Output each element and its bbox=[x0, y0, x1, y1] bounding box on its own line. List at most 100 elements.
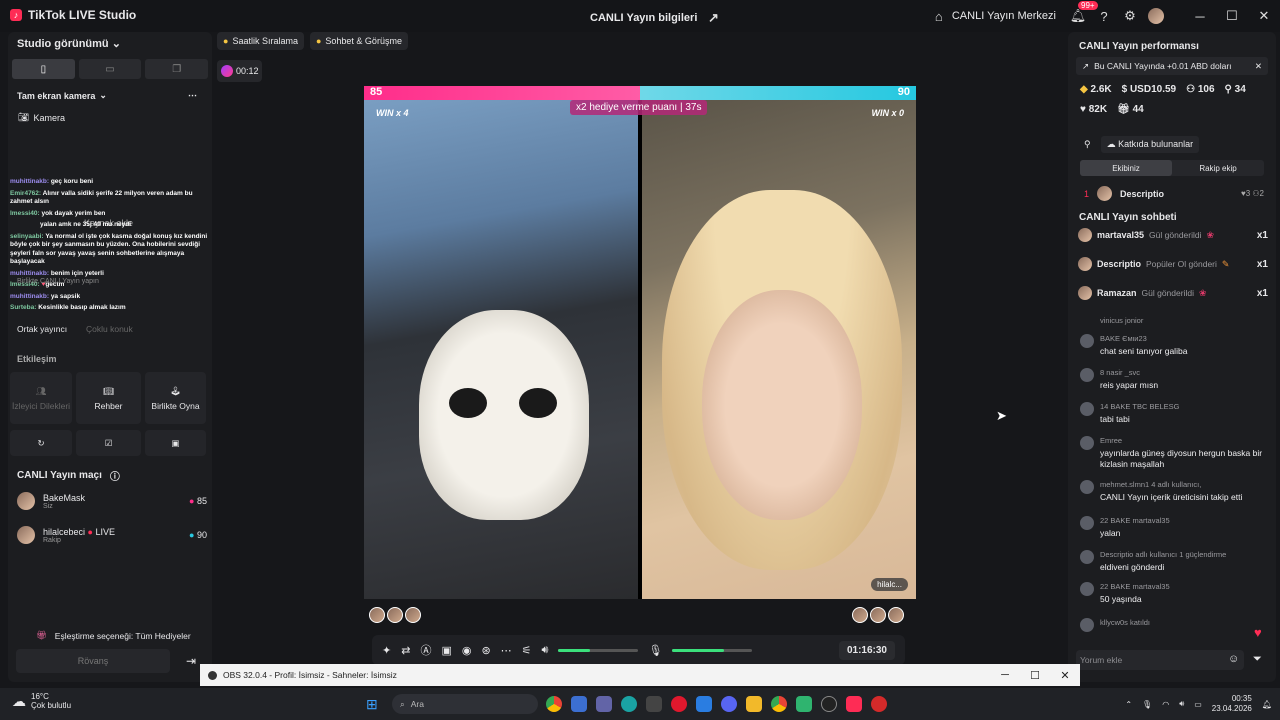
magic-wand-icon[interactable]: ✦ bbox=[382, 644, 391, 657]
screen-icon[interactable]: ▣ bbox=[441, 644, 451, 657]
refresh-tile[interactable]: ↻ bbox=[10, 430, 72, 456]
rematch-button[interactable]: Rövanş bbox=[16, 649, 170, 673]
gift-user[interactable]: Descriptio bbox=[1097, 259, 1141, 269]
message-user[interactable]: vinicus jonior bbox=[1100, 316, 1143, 325]
notification-icon[interactable]: 🔔︎ bbox=[1262, 700, 1272, 709]
avatar[interactable] bbox=[888, 607, 904, 623]
translate-icon[interactable]: ⇄ bbox=[401, 644, 410, 657]
help-icon[interactable]: ⓘ bbox=[110, 468, 120, 483]
gift-user[interactable]: martaval35 bbox=[1097, 230, 1144, 240]
volume-slider[interactable] bbox=[558, 648, 639, 652]
obs-taskbar-window[interactable]: OBS 32.0.4 - Profil: İsimsiz - Sahneler:… bbox=[200, 664, 1080, 686]
box-tile[interactable]: ▣ bbox=[145, 430, 206, 456]
microphone-icon[interactable]: 🎙︎ bbox=[1142, 700, 1152, 709]
windows-start-icon[interactable]: ⊞ bbox=[366, 696, 378, 713]
mail-icon[interactable] bbox=[696, 696, 712, 712]
speaker-icon[interactable]: 🔊︎ bbox=[542, 644, 549, 657]
avatar[interactable] bbox=[369, 607, 385, 623]
landscape-layout-button[interactable]: ▭ bbox=[78, 59, 142, 79]
chrome-icon[interactable] bbox=[546, 696, 562, 712]
multi-guest-button[interactable]: Çoklu konuk bbox=[86, 324, 133, 334]
help-icon[interactable]: ? bbox=[1096, 8, 1112, 24]
more-icon[interactable]: ⋯ bbox=[501, 644, 512, 657]
avatar[interactable] bbox=[387, 607, 403, 623]
cohost-button[interactable]: Ortak yayıncı bbox=[17, 324, 67, 334]
close-icon[interactable]: ✕ bbox=[1050, 669, 1080, 682]
pairing-option[interactable]: 🎁︎ Eşleştirme seçeneği: Tüm Hediyeler bbox=[36, 630, 191, 641]
maximize-icon[interactable]: ☐ bbox=[1020, 669, 1050, 682]
share-icon[interactable]: ↗ bbox=[705, 10, 721, 26]
profile-avatar[interactable] bbox=[1148, 8, 1164, 24]
wifi-icon[interactable]: ◠ bbox=[1162, 700, 1169, 709]
notifications-button[interactable]: 🔔︎ 99+ bbox=[1070, 1, 1098, 25]
message-user[interactable]: kllycw0s katıldı bbox=[1100, 618, 1150, 627]
message-user[interactable]: 14 BAKE TBC BELESG bbox=[1100, 402, 1179, 411]
live-center-button[interactable]: ⌂ CANLI Yayın Merkezi bbox=[931, 8, 1056, 24]
teams-icon[interactable] bbox=[596, 696, 612, 712]
multi-layout-button[interactable]: ❐ bbox=[145, 59, 209, 79]
play-together-tile[interactable]: 🕹︎ Birlikte Oyna bbox=[145, 372, 206, 424]
message-user[interactable]: Descriptio adlı kullanıcı 1 güçlendirme bbox=[1100, 550, 1226, 559]
store-icon[interactable] bbox=[571, 696, 587, 712]
filter-icon[interactable]: ⏷ bbox=[1253, 653, 1262, 666]
minimize-icon[interactable]: ─ bbox=[1184, 9, 1216, 24]
taskbar-search[interactable]: ⌕ Ara bbox=[392, 694, 538, 714]
message-user[interactable]: 22 BAKE martaval35 bbox=[1100, 582, 1170, 591]
record-icon[interactable]: ◉ bbox=[462, 644, 472, 657]
live-info-title[interactable]: CANLI Yayın bilgileri bbox=[590, 12, 697, 24]
sliders-icon[interactable]: ⚟ bbox=[522, 644, 532, 657]
overlay-user: Emir4762: bbox=[10, 189, 42, 197]
avatar[interactable] bbox=[870, 607, 886, 623]
clock[interactable]: 00:35 23.04.2026 bbox=[1212, 694, 1252, 714]
message-user[interactable]: mehmet.slmn1 4 adlı kullanıcı, bbox=[1100, 480, 1201, 489]
comment-input[interactable]: Yorum ekle bbox=[1076, 650, 1244, 670]
chevron-up-icon[interactable]: ⌃ bbox=[1125, 700, 1132, 709]
close-icon[interactable]: ✕ bbox=[1248, 8, 1280, 24]
elapsed-chip[interactable]: 00:12 bbox=[217, 60, 262, 82]
gift-user[interactable]: Ramazan bbox=[1097, 288, 1137, 298]
scene-dropdown[interactable]: Tam ekran kamera ⌄ bbox=[17, 90, 107, 101]
minimize-icon[interactable]: ─ bbox=[990, 669, 1020, 682]
contributors-button[interactable]: ☁ Katkıda bulunanlar bbox=[1100, 136, 1200, 153]
target-icon[interactable]: ⊛ bbox=[481, 644, 490, 657]
mic-slider[interactable] bbox=[672, 648, 753, 652]
media-player-icon[interactable] bbox=[871, 696, 887, 712]
opponent-name-chip[interactable]: hilalc... bbox=[871, 578, 908, 591]
avatar[interactable] bbox=[852, 607, 868, 623]
hourly-ranking-chip[interactable]: ● Saatlik Sıralama bbox=[217, 32, 304, 50]
game-icon[interactable] bbox=[796, 696, 812, 712]
message-user[interactable]: Emree bbox=[1100, 436, 1122, 445]
chat-meet-chip[interactable]: ● Sohbet & Görüşme bbox=[309, 32, 408, 50]
more-options-icon[interactable]: ⋯ bbox=[188, 90, 197, 101]
person-add-icon[interactable]: ⚲ bbox=[1084, 139, 1091, 150]
ai-icon[interactable]: Ⓐ bbox=[420, 642, 431, 658]
studio-view-dropdown[interactable]: Studio görünümü ⌄ bbox=[17, 37, 121, 50]
chrome-icon[interactable] bbox=[771, 696, 787, 712]
message-user[interactable]: 22 BAKE martaval35 bbox=[1100, 516, 1170, 525]
emoji-icon[interactable]: ☺ bbox=[1228, 653, 1239, 665]
gear-icon[interactable]: ⚙ bbox=[1122, 8, 1138, 24]
camera-source[interactable]: 📷︎ Kamera bbox=[18, 112, 65, 123]
maximize-icon[interactable]: ☐ bbox=[1216, 8, 1248, 24]
microphone-icon[interactable]: 🎙︎ bbox=[648, 644, 662, 657]
weather-widget[interactable]: ☁ 16°C Çok bulutlu bbox=[12, 692, 71, 710]
close-icon[interactable]: ✕ bbox=[1255, 61, 1262, 72]
checklist-tile[interactable]: ☑ bbox=[76, 430, 141, 456]
portrait-layout-button[interactable]: ▯ bbox=[12, 59, 75, 79]
obs-taskbar-icon[interactable] bbox=[821, 696, 837, 712]
avatar[interactable] bbox=[405, 607, 421, 623]
tab-your-team[interactable]: Ekibiniz bbox=[1080, 160, 1172, 176]
tab-rival-team[interactable]: Rakip ekip bbox=[1172, 160, 1264, 176]
opera-icon[interactable] bbox=[671, 696, 687, 712]
message-user[interactable]: BAKE Ємιи23 bbox=[1100, 334, 1147, 343]
message-user[interactable]: 8 nasir _svc bbox=[1100, 368, 1140, 377]
app-icon[interactable] bbox=[646, 696, 662, 712]
viewer-wishes-tile[interactable]: 👥︎ İzleyici Dilekleri bbox=[10, 372, 72, 424]
volume-icon[interactable]: 🔊︎ bbox=[1179, 699, 1184, 709]
discord-icon[interactable] bbox=[721, 696, 737, 712]
folder-icon[interactable] bbox=[746, 696, 762, 712]
edge-icon[interactable] bbox=[621, 696, 637, 712]
guide-tile[interactable]: 📖︎ Rehber bbox=[76, 372, 141, 424]
tiktok-icon[interactable] bbox=[846, 696, 862, 712]
battery-icon[interactable]: ▭ bbox=[1194, 700, 1202, 709]
